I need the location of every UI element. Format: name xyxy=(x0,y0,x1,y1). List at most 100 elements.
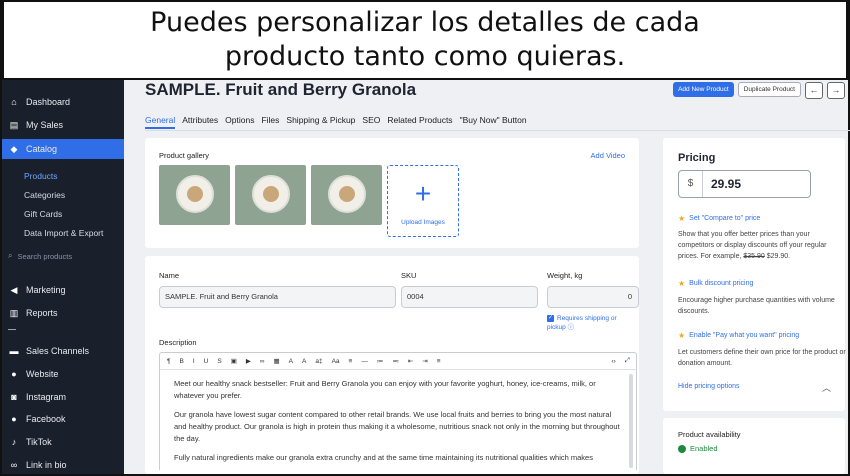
editor-scrollbar[interactable] xyxy=(629,374,633,468)
line-height-icon[interactable]: ≡ xyxy=(437,358,441,365)
pay-what-you-want-description: Let customers define their own price for… xyxy=(678,349,846,367)
code-view-icon[interactable]: ‹› xyxy=(611,358,615,365)
sidebar-subitem-categories[interactable]: Categories xyxy=(24,190,65,200)
sidebar-item-label: Catalog xyxy=(26,144,58,154)
fullscreen-icon[interactable]: ⤢ xyxy=(625,357,630,365)
horizontal-rule-icon[interactable]: — xyxy=(361,358,368,365)
align-icon[interactable]: ≡ xyxy=(349,358,353,365)
compare-new-price: $29.90. xyxy=(766,253,791,260)
font-case-icon[interactable]: Aa xyxy=(332,358,340,365)
requires-shipping-checkbox[interactable]: ✓ Requires shipping or pickup ⓘ xyxy=(547,314,637,332)
description-paragraph: Meet our healthy snack bestseller: Fruit… xyxy=(174,379,596,400)
weight-input[interactable]: 0 xyxy=(547,286,639,308)
tab-buy-now-button[interactable]: "Buy Now" Button xyxy=(460,115,527,129)
bulk-discount-link[interactable]: ★ Bulk discount pricing xyxy=(678,279,753,288)
sidebar-subitem-products[interactable]: Products xyxy=(24,171,58,181)
granola-bowl-image xyxy=(328,175,366,213)
highlight-icon[interactable]: A xyxy=(302,358,306,365)
add-video-link[interactable]: Add Video xyxy=(591,151,625,160)
sidebar-item-marketing[interactable]: ◀ Marketing xyxy=(2,280,124,300)
gallery-image[interactable] xyxy=(235,165,306,225)
editor-content[interactable]: Meet our healthy snack bestseller: Fruit… xyxy=(159,370,637,470)
price-value: 29.95 xyxy=(711,177,742,191)
sidebar-item-instagram[interactable]: ◙ Instagram xyxy=(2,387,124,407)
name-label: Name xyxy=(159,271,180,280)
tab-seo[interactable]: SEO xyxy=(362,115,380,129)
main-content: SAMPLE. Fruit and Berry Granola Add New … xyxy=(124,80,850,474)
sidebar-item-label: Instagram xyxy=(26,392,67,402)
gallery-image[interactable] xyxy=(311,165,382,225)
globe-icon: ● xyxy=(11,369,17,379)
details-card: Name SKU Weight, kg SAMPLE. Fruit and Be… xyxy=(145,256,639,474)
tab-files[interactable]: Files xyxy=(261,115,279,129)
compare-price-description: Show that you offer better prices than y… xyxy=(678,229,846,262)
sidebar-item-catalog[interactable]: ◆ Catalog xyxy=(2,139,124,159)
page-title: SAMPLE. Fruit and Berry Granola xyxy=(145,80,417,99)
bulk-discount-label: Bulk discount pricing xyxy=(689,280,754,287)
description-paragraph: Fully natural ingredients make our grano… xyxy=(174,453,593,462)
currency-symbol: $ xyxy=(679,171,703,197)
tab-attributes[interactable]: Attributes xyxy=(182,115,218,129)
strikethrough-icon[interactable]: S xyxy=(217,358,221,365)
sidebar-item-facebook[interactable]: ● Facebook xyxy=(2,409,124,429)
sidebar-item-dashboard[interactable]: ⌂ Dashboard xyxy=(2,92,124,112)
gallery-card: Product gallery Add Video + Upload Image… xyxy=(145,138,639,248)
set-compare-price-link[interactable]: ★ Set "Compare to" price xyxy=(678,214,760,223)
gallery-label: Product gallery xyxy=(159,151,210,160)
tab-related-products[interactable]: Related Products xyxy=(387,115,452,129)
checkbox-checked-icon: ✓ xyxy=(547,314,554,322)
sidebar-item-website[interactable]: ● Website xyxy=(2,364,124,384)
video-icon[interactable]: ▶ xyxy=(246,357,251,365)
granola-bowl-image xyxy=(252,175,290,213)
chevron-up-icon[interactable]: ︿ xyxy=(822,381,831,394)
availability-title: Product availability xyxy=(678,430,741,439)
duplicate-product-button[interactable]: Duplicate Product xyxy=(737,82,801,97)
sku-input[interactable]: 0004 xyxy=(401,286,538,308)
outdent-icon[interactable]: ⇤ xyxy=(408,357,413,365)
tab-shipping-pickup[interactable]: Shipping & Pickup xyxy=(286,115,355,129)
pay-what-you-want-link[interactable]: ★ Enable "Pay what you want" pricing xyxy=(678,331,799,340)
sidebar-item-link-in-bio[interactable]: ∞ Link in bio xyxy=(2,455,124,475)
header-actions: Add New Product Duplicate Product ← → xyxy=(673,82,845,99)
price-input[interactable]: $ 29.95 xyxy=(678,170,811,198)
sidebar-item-label: Reports xyxy=(26,308,58,318)
add-product-button[interactable]: Add New Product xyxy=(673,82,734,97)
weight-label: Weight, kg xyxy=(547,271,583,280)
table-icon[interactable]: ▦ xyxy=(274,357,280,365)
sidebar-item-sales-channels[interactable]: ▬ Sales Channels xyxy=(2,341,124,361)
arrow-left-icon: ← xyxy=(809,85,819,95)
description-editor: ¶ B I U S ▣ ▶ ∞ ▦ A A a‡ Aa ≡ — ≔ ≕ ⇤ ⇥ … xyxy=(159,352,637,470)
upload-images-button[interactable]: + Upload Images xyxy=(387,165,459,237)
pricing-title: Pricing xyxy=(678,152,716,164)
font-size-icon[interactable]: a‡ xyxy=(315,358,322,365)
link-icon[interactable]: ∞ xyxy=(260,358,265,365)
availability-status[interactable]: Enabled xyxy=(678,444,718,453)
requires-shipping-label: Requires shipping or pickup xyxy=(547,315,617,331)
gallery-image[interactable] xyxy=(159,165,230,225)
previous-product-button[interactable]: ← xyxy=(805,82,823,99)
hide-pricing-options-link[interactable]: Hide pricing options xyxy=(678,383,739,390)
sidebar-item-tiktok[interactable]: ♪ TikTok xyxy=(2,432,124,452)
sidebar-subitem-data-import[interactable]: Data Import & Export xyxy=(24,228,103,238)
toggle-on-icon xyxy=(678,444,686,453)
sidebar-item-reports[interactable]: ▥ Reports xyxy=(2,303,124,323)
bulleted-list-icon[interactable]: ≔ xyxy=(377,357,384,365)
next-product-button[interactable]: → xyxy=(827,82,845,99)
link-icon: ∞ xyxy=(10,460,18,470)
image-icon[interactable]: ▣ xyxy=(231,357,237,365)
sidebar-search[interactable]: ⌕ Search products xyxy=(8,251,72,261)
name-input[interactable]: SAMPLE. Fruit and Berry Granola xyxy=(159,286,396,308)
help-icon: ⓘ xyxy=(567,324,575,331)
bold-icon[interactable]: B xyxy=(180,358,184,365)
numbered-list-icon[interactable]: ≕ xyxy=(392,357,399,365)
underline-icon[interactable]: U xyxy=(204,358,209,365)
paragraph-icon[interactable]: ¶ xyxy=(167,358,171,365)
tab-general[interactable]: General xyxy=(145,115,176,129)
italic-icon[interactable]: I xyxy=(193,358,195,365)
sidebar-item-my-sales[interactable]: ▤ My Sales xyxy=(2,115,124,135)
text-color-icon[interactable]: A xyxy=(289,358,293,365)
indent-icon[interactable]: ⇥ xyxy=(422,357,427,365)
sidebar-subitem-gift-cards[interactable]: Gift Cards xyxy=(24,209,62,219)
bar-chart-icon: ▥ xyxy=(9,307,19,318)
tab-options[interactable]: Options xyxy=(225,115,254,129)
